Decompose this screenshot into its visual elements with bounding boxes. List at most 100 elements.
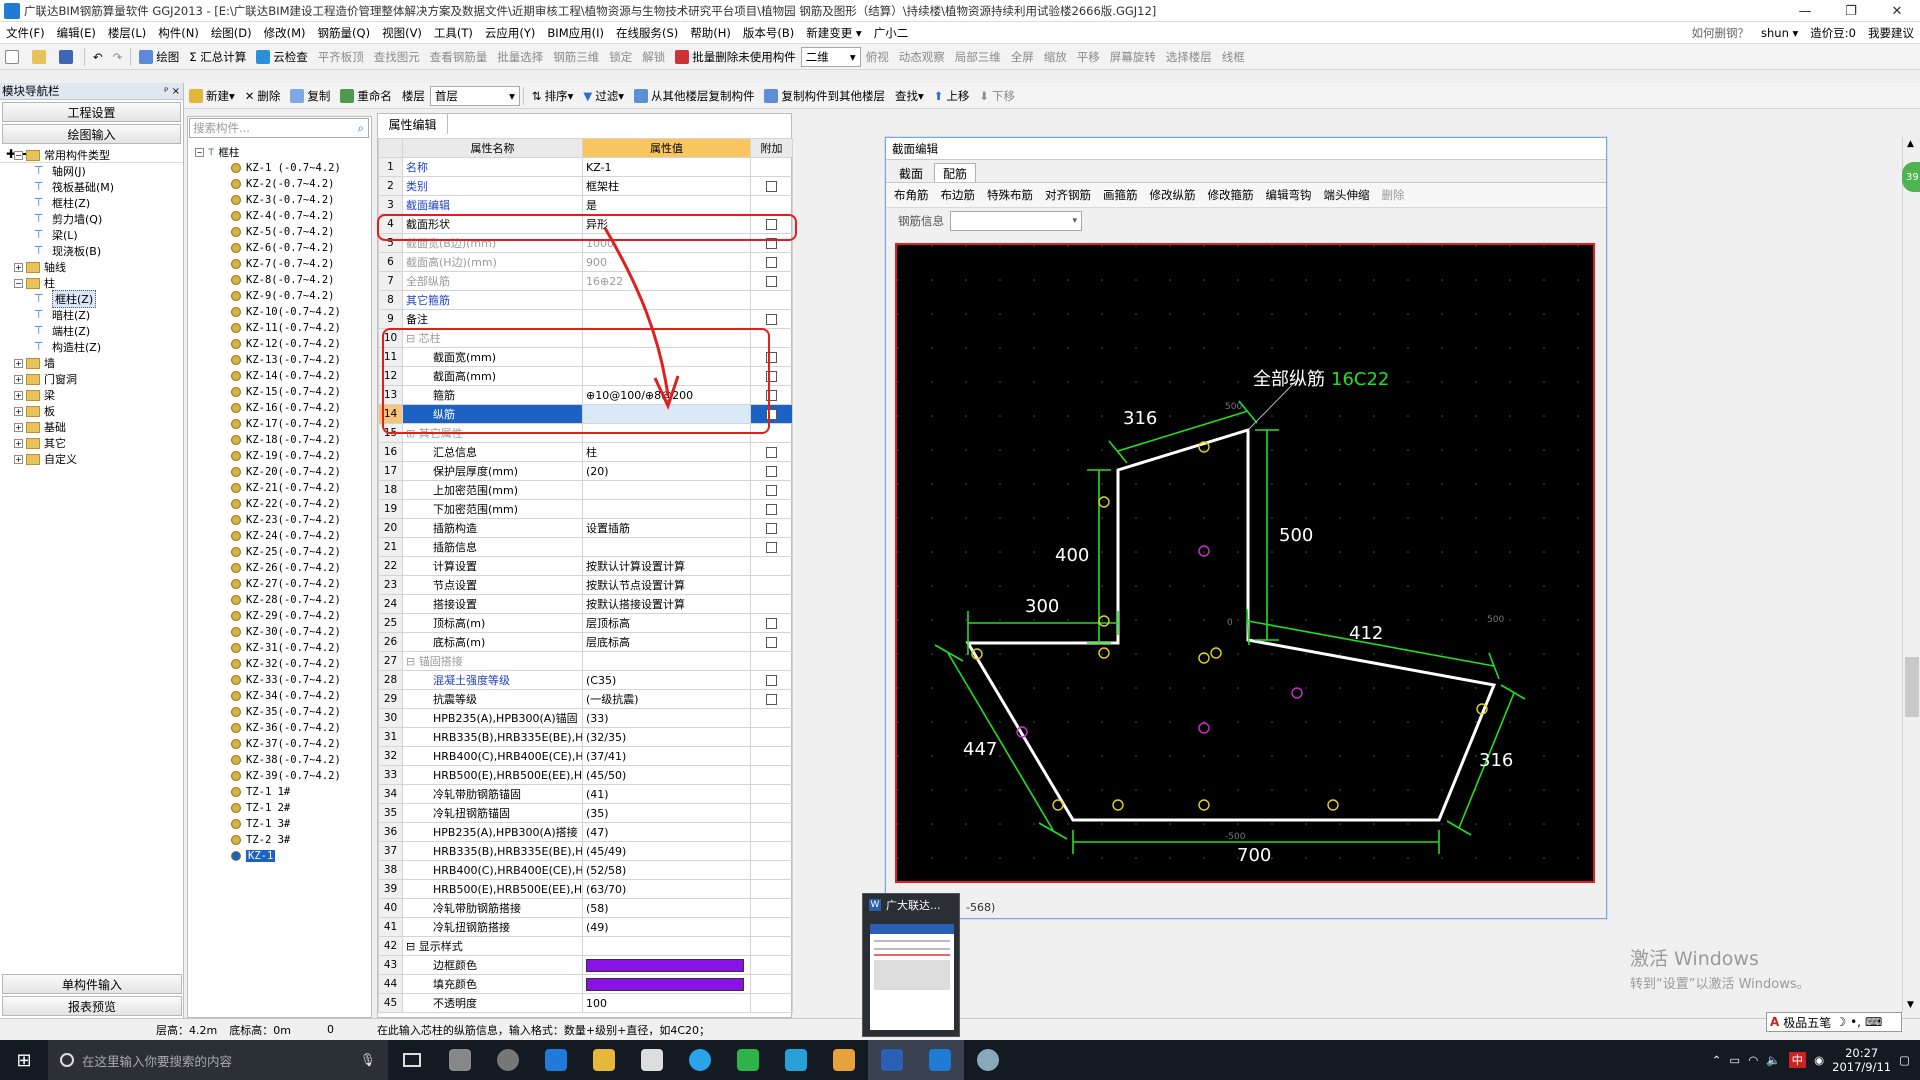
explorer-icon[interactable] [580,1040,628,1080]
property-value[interactable]: 是 [582,195,751,215]
extra-checkbox[interactable] [766,181,777,192]
expand-toggle-icon[interactable]: − [14,150,23,160]
extra-checkbox[interactable] [766,314,777,325]
extra-checkbox[interactable] [766,637,777,648]
tray-app-icon[interactable]: ◉ [1814,1053,1824,1067]
component-item[interactable]: KZ-26(-0.7~4.2) [195,560,370,576]
menu-help[interactable]: 帮助(H) [684,25,737,41]
app-icon-5[interactable] [964,1040,1012,1080]
component-item[interactable]: KZ-6(-0.7~4.2) [195,240,370,256]
component-item[interactable]: KZ-24(-0.7~4.2) [195,528,370,544]
move-up-button[interactable]: ⬆ 上移 [929,85,975,107]
user-menu[interactable]: shun ▾ [1761,26,1798,40]
property-row[interactable]: 37HRB335(B),HRB335E(BE),HRBF(45/49) [378,841,793,861]
undo-icon[interactable]: ↶ [88,46,108,68]
nav-tree-item[interactable]: ⊤ 暗柱(Z) [0,307,184,323]
property-row[interactable]: 23 节点设置 按默认节点设置计算 [378,575,793,595]
expand-toggle-icon[interactable]: + [14,374,23,384]
component-item[interactable]: KZ-17(-0.7~4.2) [195,416,370,432]
report-preview-button[interactable]: 报表预览 [2,996,182,1016]
property-row[interactable]: 42 ⊟ 显示样式 [378,936,793,956]
property-value[interactable]: (63/70) [582,879,751,899]
view-mode-select[interactable]: 二维 ▾ [800,46,861,67]
component-item[interactable]: KZ-11(-0.7~4.2) [195,320,370,336]
component-item[interactable]: KZ-8(-0.7~4.2) [195,272,370,288]
task-view-icon[interactable] [388,1040,436,1080]
menu-component[interactable]: 构件(N) [152,25,205,41]
property-row[interactable]: 3 截面编辑是 [378,195,793,215]
save-icon[interactable] [54,46,81,68]
browser-icon[interactable] [676,1040,724,1080]
nav-tree-item[interactable]: + 梁 [0,387,184,403]
component-item[interactable]: KZ-37(-0.7~4.2) [195,736,370,752]
punct-icon[interactable]: •, [1850,1015,1861,1029]
property-value[interactable]: (一级抗震) [582,689,751,709]
property-value[interactable] [582,537,751,557]
component-item[interactable]: KZ-3(-0.7~4.2) [195,192,370,208]
property-value[interactable]: (C35) [582,670,751,690]
end-stretch-button[interactable]: 端头伸缩 [1324,187,1370,203]
property-value[interactable]: 按默认计算设置计算 [582,556,751,576]
property-value[interactable] [582,974,751,994]
color-swatch[interactable] [586,977,744,991]
vertical-scrollbar[interactable]: ▲ ▼ [1902,137,1920,1012]
component-item[interactable]: KZ-20(-0.7~4.2) [195,464,370,480]
property-row[interactable]: 29 抗震等级 (一级抗震) [378,689,793,709]
property-value[interactable]: KZ-1 [582,157,751,177]
select-floor-button[interactable]: 选择楼层 [1161,46,1217,68]
menu-assistant[interactable]: 广小二 [868,25,915,41]
close-icon[interactable]: ✕ [1874,0,1920,22]
property-value[interactable]: (32/35) [582,727,751,747]
volume-icon[interactable]: 🔈 [1766,1053,1780,1067]
component-item[interactable]: KZ-32(-0.7~4.2) [195,656,370,672]
property-value[interactable]: (41) [582,784,751,804]
open-icon[interactable] [27,46,54,68]
menu-cloud[interactable]: 云应用(Y) [479,25,542,41]
wifi-icon[interactable]: ◠ [1748,1053,1758,1067]
component-item[interactable]: KZ-13(-0.7~4.2) [195,352,370,368]
nav-pin-icon[interactable]: ᵖ × [164,86,183,97]
nav-tree-item[interactable]: + 自定义 [0,451,184,467]
floor-select[interactable]: 首层 ▾ [429,85,520,106]
rebar-info-select[interactable]: ▾ [950,211,1082,231]
property-value[interactable] [582,651,751,671]
mic-icon[interactable]: 🎙 [360,1052,376,1068]
component-item[interactable]: KZ-1 (-0.7~4.2) [195,160,370,176]
extra-checkbox[interactable] [766,542,777,553]
property-value[interactable]: 设置插筋 [582,518,751,538]
nav-tree-item[interactable]: ⊤ 筏板基础(M) [0,179,184,195]
scroll-thumb[interactable] [1905,657,1919,717]
menu-bim[interactable]: BIM应用(I) [541,25,610,41]
component-item[interactable]: KZ-15(-0.7~4.2) [195,384,370,400]
move-down-button[interactable]: ⬇ 下移 [974,85,1020,107]
property-value[interactable]: (45/50) [582,765,751,785]
nav-tree-item[interactable]: + 其它 [0,435,184,451]
component-item[interactable]: KZ-2(-0.7~4.2) [195,176,370,192]
property-row[interactable]: 31HRB335(B),HRB335E(BE),HRBF(32/35) [378,727,793,747]
property-row[interactable]: 25 顶标高(m) 层顶标高 [378,613,793,633]
property-row[interactable]: 21 插筋信息 [378,537,793,557]
menu-version[interactable]: 版本号(B) [737,25,800,41]
property-value[interactable] [582,936,751,956]
expand-toggle-icon[interactable]: + [14,358,23,368]
special-rebar-button[interactable]: 特殊布筋 [987,187,1033,203]
lock-button[interactable]: 锁定 [604,46,637,68]
fullscreen-button[interactable]: 全屏 [1006,46,1039,68]
component-item[interactable]: KZ-31(-0.7~4.2) [195,640,370,656]
delete-component-button[interactable]: ✕ 删除 [240,85,286,107]
expand-toggle-icon[interactable]: − [14,278,23,288]
property-value[interactable]: 框架柱 [582,176,751,196]
menu-tools[interactable]: 工具(T) [428,25,479,41]
property-row[interactable]: 18 上加密范围(mm) [378,480,793,500]
app-icon-1[interactable] [436,1040,484,1080]
new-component-button[interactable]: 新建 ▾ [184,85,240,107]
property-row[interactable]: 30 HPB235(A),HPB300(A)锚固 (33) [378,708,793,728]
wireframe-button[interactable]: 线框 [1217,46,1250,68]
property-value[interactable]: 100 [582,993,751,1013]
component-item[interactable]: KZ-7(-0.7~4.2) [195,256,370,272]
expand-toggle-icon[interactable]: + [14,454,23,464]
expand-toggle-icon[interactable]: + [14,390,23,400]
draw-stirrup-button[interactable]: 画箍筋 [1103,187,1138,203]
nav-tree-item[interactable]: ⊤ 轴网(J) [0,163,184,179]
sort-button[interactable]: ⇅ 排序 ▾ [527,85,578,107]
